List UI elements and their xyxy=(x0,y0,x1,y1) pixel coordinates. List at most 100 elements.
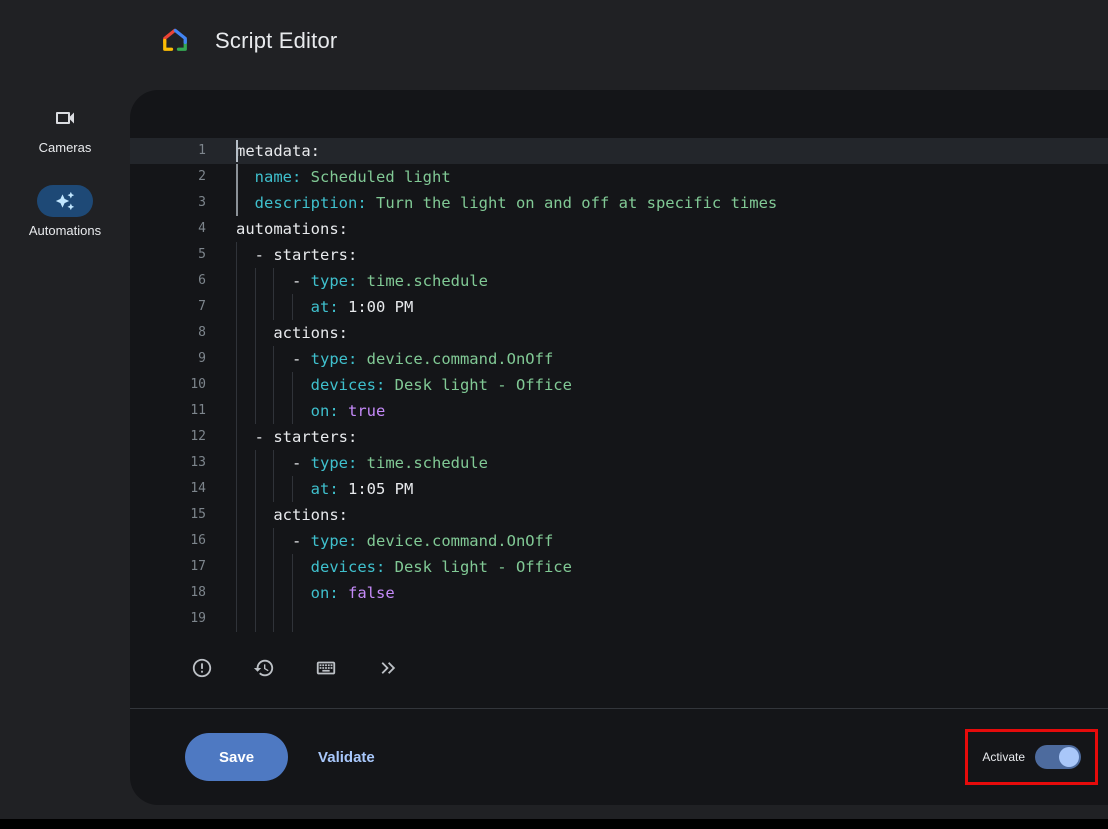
line-number: 15 xyxy=(130,502,206,528)
code-line-14[interactable]: 14 at: 1:05 PM xyxy=(130,476,1108,502)
code-line-4[interactable]: 4 automations: xyxy=(130,216,1108,242)
code-line-17[interactable]: 17 devices: Desk light - Office xyxy=(130,554,1108,580)
line-number: 7 xyxy=(130,294,206,320)
line-number: 9 xyxy=(130,346,206,372)
indent-guide xyxy=(273,606,274,632)
app-header: Script Editor xyxy=(0,0,1108,82)
google-home-logo-icon xyxy=(160,26,190,56)
line-number: 14 xyxy=(130,476,206,502)
indent-guide xyxy=(273,554,274,580)
code-line-text: on: false xyxy=(236,580,395,606)
code-line-text: at: 1:05 PM xyxy=(236,476,413,502)
indent-guide xyxy=(255,268,256,294)
code-line-12[interactable]: 12 - starters: xyxy=(130,424,1108,450)
line-number: 19 xyxy=(130,606,206,632)
code-line-10[interactable]: 10 devices: Desk light - Office xyxy=(130,372,1108,398)
activate-label: Activate xyxy=(982,750,1025,764)
code-line-5[interactable]: 5 - starters: xyxy=(130,242,1108,268)
line-number: 3 xyxy=(130,190,206,216)
line-number: 18 xyxy=(130,580,206,606)
code-line-text: description: Turn the light on and off a… xyxy=(236,190,777,216)
active-indent-guide xyxy=(236,190,238,216)
code-line-text: metadata: xyxy=(236,138,320,164)
camera-icon xyxy=(37,102,93,134)
code-line-15[interactable]: 15 actions: xyxy=(130,502,1108,528)
indent-guide xyxy=(292,580,293,606)
indent-guide xyxy=(273,450,274,476)
indent-guide xyxy=(273,580,274,606)
save-button[interactable]: Save xyxy=(185,733,288,781)
code-line-6[interactable]: 6 - type: time.schedule xyxy=(130,268,1108,294)
code-line-text: devices: Desk light - Office xyxy=(236,372,572,398)
more-tools-button[interactable] xyxy=(368,648,408,688)
line-number: 4 xyxy=(130,216,206,242)
script-editor-page: Script Editor Cameras Automations 1metad… xyxy=(0,0,1108,829)
indent-guide xyxy=(236,242,237,268)
code-line-text: - type: device.command.OnOff xyxy=(236,528,553,554)
indent-guide xyxy=(255,580,256,606)
code-line-16[interactable]: 16 - type: device.command.OnOff xyxy=(130,528,1108,554)
indent-guide xyxy=(292,554,293,580)
indent-guide xyxy=(255,606,256,632)
line-number: 17 xyxy=(130,554,206,580)
indent-guide xyxy=(236,606,237,632)
editor-toolbar xyxy=(130,632,1108,688)
sidebar: Cameras Automations xyxy=(0,82,130,238)
line-number: 5 xyxy=(130,242,206,268)
line-number: 13 xyxy=(130,450,206,476)
code-line-19[interactable]: 19 xyxy=(130,606,1108,632)
validate-button[interactable]: Validate xyxy=(318,749,375,766)
code-line-text: actions: xyxy=(236,502,348,528)
indent-guide xyxy=(236,554,237,580)
code-line-3[interactable]: 3 description: Turn the light on and off… xyxy=(130,190,1108,216)
indent-guide xyxy=(292,476,293,502)
line-number: 11 xyxy=(130,398,206,424)
code-line-text: actions: xyxy=(236,320,348,346)
code-editor[interactable]: 1metadata:2 name: Scheduled light3 descr… xyxy=(130,90,1108,632)
line-number: 10 xyxy=(130,372,206,398)
code-line-text: devices: Desk light - Office xyxy=(236,554,572,580)
indent-guide xyxy=(236,372,237,398)
line-number: 16 xyxy=(130,528,206,554)
indent-guide xyxy=(273,294,274,320)
indent-guide xyxy=(255,450,256,476)
editor-card: 1metadata:2 name: Scheduled light3 descr… xyxy=(130,90,1108,805)
code-line-text: automations: xyxy=(236,216,348,242)
code-line-7[interactable]: 7 at: 1:00 PM xyxy=(130,294,1108,320)
indent-guide xyxy=(236,476,237,502)
sidebar-item-automations[interactable]: Automations xyxy=(29,185,101,238)
indent-guide xyxy=(255,528,256,554)
indent-guide xyxy=(273,346,274,372)
indent-guide xyxy=(292,372,293,398)
auto-awesome-icon xyxy=(37,185,93,217)
keyboard-button[interactable] xyxy=(306,648,346,688)
indent-guide xyxy=(236,346,237,372)
indent-guide xyxy=(236,294,237,320)
indent-guide xyxy=(273,268,274,294)
sidebar-item-cameras[interactable]: Cameras xyxy=(37,102,93,155)
annotation-highlight-box: Activate xyxy=(965,729,1098,785)
code-line-2[interactable]: 2 name: Scheduled light xyxy=(130,164,1108,190)
code-line-text: - starters: xyxy=(236,424,357,450)
history-button[interactable] xyxy=(244,648,284,688)
code-line-18[interactable]: 18 on: false xyxy=(130,580,1108,606)
indent-guide xyxy=(292,606,293,632)
code-line-1[interactable]: 1metadata: xyxy=(130,138,1108,164)
indent-guide xyxy=(273,476,274,502)
text-cursor xyxy=(236,140,238,162)
indent-guide xyxy=(292,294,293,320)
code-line-text: - starters: xyxy=(236,242,357,268)
activate-toggle[interactable] xyxy=(1035,745,1081,769)
problems-button[interactable] xyxy=(182,648,222,688)
code-line-text: on: true xyxy=(236,398,385,424)
indent-guide xyxy=(236,398,237,424)
indent-guide xyxy=(255,554,256,580)
code-line-13[interactable]: 13 - type: time.schedule xyxy=(130,450,1108,476)
code-line-11[interactable]: 11 on: true xyxy=(130,398,1108,424)
code-line-8[interactable]: 8 actions: xyxy=(130,320,1108,346)
code-line-text: name: Scheduled light xyxy=(236,164,451,190)
code-line-text: - type: time.schedule xyxy=(236,450,488,476)
code-line-9[interactable]: 9 - type: device.command.OnOff xyxy=(130,346,1108,372)
indent-guide xyxy=(236,502,237,528)
indent-guide xyxy=(255,320,256,346)
